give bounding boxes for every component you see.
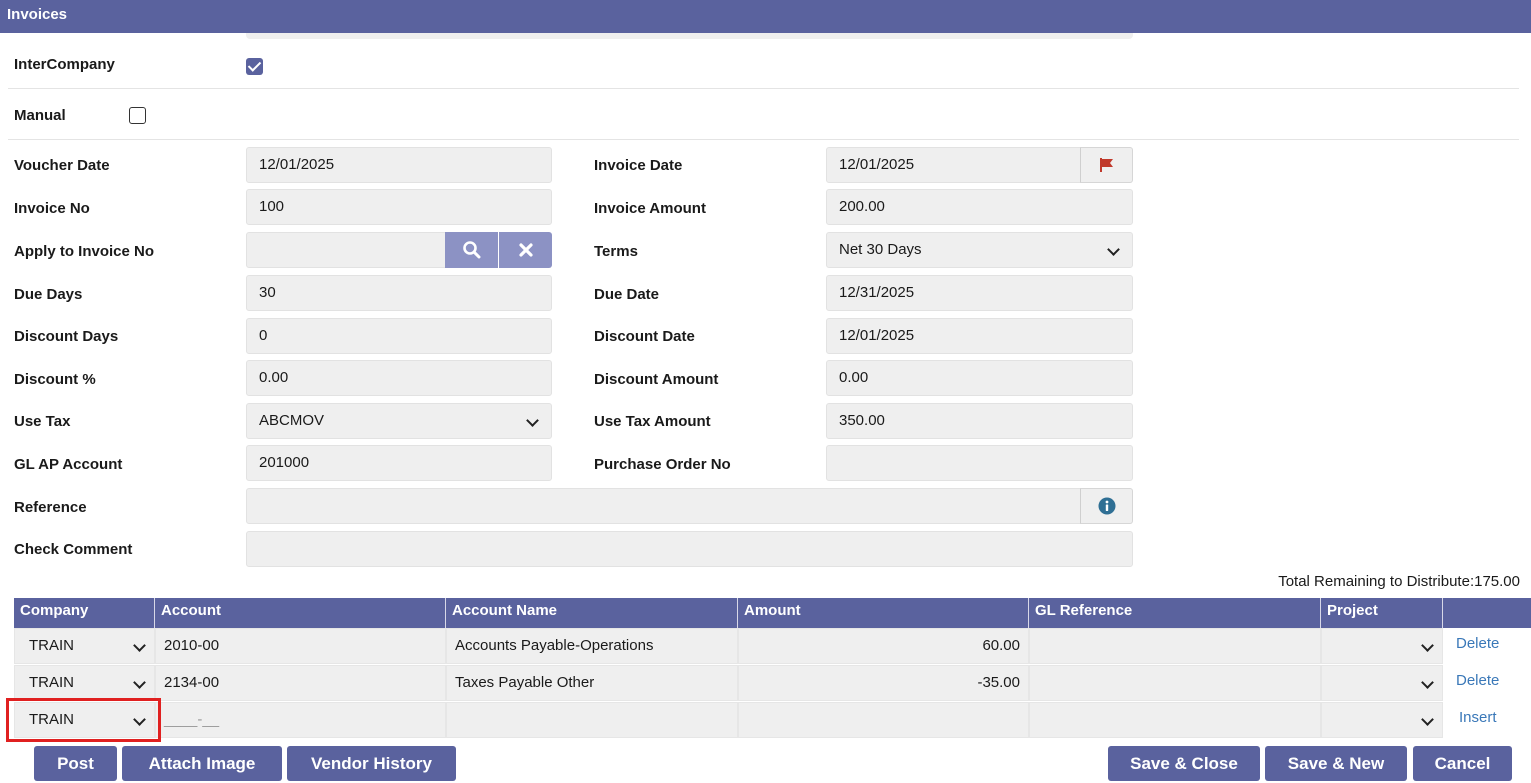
gl-ap-account-label: GL AP Account [14,456,123,473]
terms-label: Terms [594,243,638,260]
invoice-date-flag-button[interactable] [1080,147,1133,183]
invoice-amount-input[interactable]: 200.00 [826,189,1133,225]
col-gl-reference: GL Reference [1029,598,1321,628]
use-tax-amount-label: Use Tax Amount [594,413,711,430]
col-account: Account [155,598,446,628]
discount-amount-input[interactable]: 0.00 [826,360,1133,396]
discount-date-label: Discount Date [594,328,695,345]
check-comment-input[interactable] [246,531,1133,567]
row2-company-select[interactable]: TRAIN [14,665,155,701]
clear-button[interactable] [499,232,552,268]
row1-amount[interactable]: 60.00 [738,628,1029,664]
row1-account-name: Accounts Payable-Operations [446,628,738,664]
search-icon [462,241,480,259]
col-account-name: Account Name [446,598,738,628]
use-tax-amount-input[interactable]: 350.00 [826,403,1133,439]
info-icon [1098,497,1115,515]
search-button[interactable] [445,232,498,268]
row2-account[interactable]: 2134-00 [155,665,446,701]
discount-pct-label: Discount % [14,371,96,388]
voucher-date-input[interactable]: 12/01/2025 [246,147,552,183]
new-row-amount[interactable] [738,702,1029,738]
invoice-date-label: Invoice Date [594,157,683,174]
manual-label: Manual [14,107,66,124]
due-date-input[interactable]: 12/31/2025 [826,275,1133,311]
col-actions [1443,598,1531,628]
discount-pct-input[interactable]: 0.00 [246,360,552,396]
flag-icon [1099,158,1113,172]
manual-checkbox[interactable] [129,107,146,124]
top-field-strip [246,33,1133,39]
new-row-project-select[interactable] [1321,702,1443,738]
highlight-box [6,698,161,742]
discount-days-input[interactable]: 0 [246,318,552,354]
reference-input[interactable] [246,488,1081,524]
new-row-account-name [446,702,738,738]
invoice-no-label: Invoice No [14,200,90,217]
total-remaining: Total Remaining to Distribute:175.00 [1278,573,1520,590]
window-title: Invoices [0,0,1531,33]
discount-amount-label: Discount Amount [594,371,719,388]
discount-date-input[interactable]: 12/01/2025 [826,318,1133,354]
save-new-button[interactable]: Save & New [1265,746,1407,781]
voucher-date-label: Voucher Date [14,157,110,174]
apply-to-invoice-label: Apply to Invoice No [14,243,155,260]
col-project: Project [1321,598,1443,628]
row1-account[interactable]: 2010-00 [155,628,446,664]
discount-days-label: Discount Days [14,328,119,345]
col-company: Company [14,598,155,628]
new-row-account-input[interactable]: ____-__ [155,702,446,738]
col-amount: Amount [738,598,1029,628]
invoice-date-input[interactable]: 12/01/2025 [826,147,1081,183]
purchase-order-input[interactable] [826,445,1133,481]
gl-ap-account-input[interactable]: 201000 [246,445,552,481]
attach-image-button[interactable]: Attach Image [122,746,282,781]
purchase-order-label: Purchase Order No [594,456,731,473]
apply-to-invoice-input[interactable] [246,232,446,268]
check-comment-label: Check Comment [14,541,133,558]
use-tax-select[interactable]: ABCMOV [246,403,552,439]
cancel-button[interactable]: Cancel [1413,746,1512,781]
post-button[interactable]: Post [34,746,117,781]
due-days-input[interactable]: 30 [246,275,552,311]
row1-delete-link[interactable]: Delete [1456,635,1499,652]
row2-account-name: Taxes Payable Other [446,665,738,701]
row2-gl-reference[interactable] [1029,665,1321,701]
terms-select[interactable]: Net 30 Days [826,232,1133,268]
divider [8,88,1519,89]
reference-info-button[interactable] [1080,488,1133,524]
due-date-label: Due Date [594,286,660,303]
row1-company-select[interactable]: TRAIN [14,628,155,664]
save-close-button[interactable]: Save & Close [1108,746,1260,781]
reference-label: Reference [14,499,87,516]
intercompany-checkbox[interactable] [246,58,263,75]
close-icon [518,243,533,257]
row1-gl-reference[interactable] [1029,628,1321,664]
due-days-label: Due Days [14,286,83,303]
row2-project-select[interactable] [1321,665,1443,701]
divider [8,139,1519,140]
row2-delete-link[interactable]: Delete [1456,672,1499,689]
use-tax-label: Use Tax [14,413,71,430]
invoice-no-input[interactable]: 100 [246,189,552,225]
invoice-amount-label: Invoice Amount [594,200,706,217]
row1-project-select[interactable] [1321,628,1443,664]
row2-amount[interactable]: -35.00 [738,665,1029,701]
new-row-gl-reference[interactable] [1029,702,1321,738]
vendor-history-button[interactable]: Vendor History [287,746,456,781]
new-row-insert-link[interactable]: Insert [1459,709,1497,726]
intercompany-label: InterCompany [14,56,115,73]
